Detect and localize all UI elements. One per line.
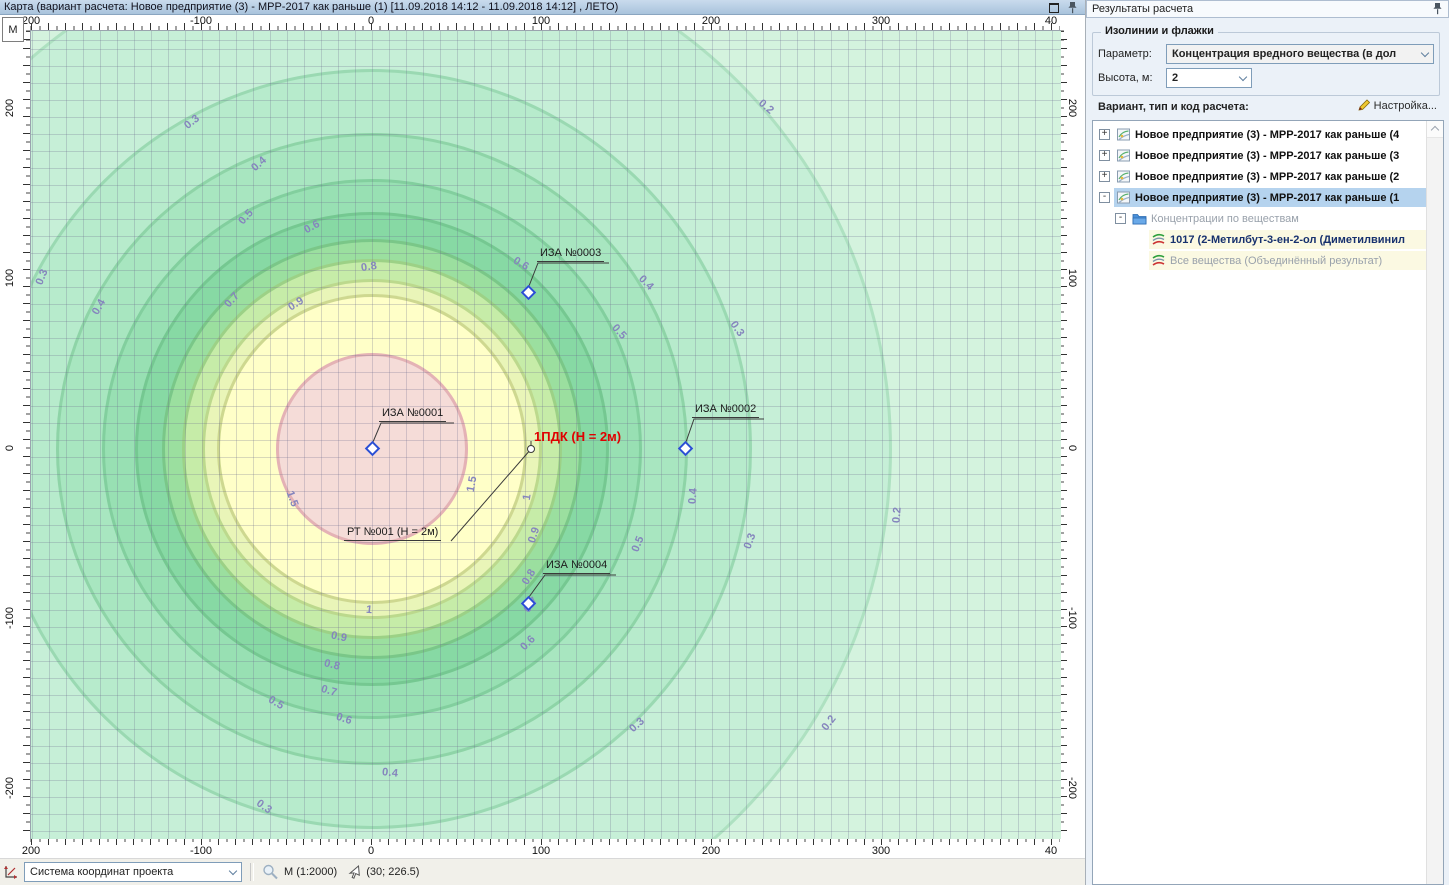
height-label: Высота, м: — [1098, 72, 1153, 84]
axis-tick-label: 200 — [1066, 99, 1078, 117]
axis-tick-label: -100 — [4, 607, 16, 629]
map-canvas[interactable]: 0.30.40.50.60.30.40.70.90.80.20.60.40.50… — [30, 30, 1061, 839]
results-panel-header[interactable]: Результаты расчета — [1086, 0, 1449, 18]
axis-tick-label: 0 — [4, 445, 16, 451]
calc-variant-icon — [1116, 191, 1131, 205]
calculation-variants-tree: + Новое предприятие (3) - МРР-2017 как р… — [1092, 120, 1444, 885]
pencil-icon — [1357, 99, 1370, 112]
axis-tick-label: 300 — [872, 845, 890, 857]
expand-icon[interactable]: + — [1099, 150, 1110, 161]
cursor-pointer-icon — [348, 865, 361, 880]
axis-tick-label: 40 — [1045, 845, 1057, 857]
emission-source-label: ИЗА №0002 — [692, 403, 759, 418]
ruler-left: 200 100 0 -100 -200 — [0, 30, 30, 838]
tree-item-variant-1-selected[interactable]: - Новое предприятие (3) - МРР-2017 как р… — [1093, 187, 1426, 208]
map-window: Карта (вариант расчета: Новое предприяти… — [0, 0, 1085, 885]
emission-source-label: ИЗА №0003 — [537, 247, 604, 262]
axis-tick-label: 200 — [22, 845, 40, 857]
axis-tick-label: 200 — [4, 99, 16, 117]
map-window-titlebar[interactable]: Карта (вариант расчета: Новое предприяти… — [0, 0, 1085, 15]
map-window-title: Карта (вариант расчета: Новое предприяти… — [4, 1, 618, 13]
collapse-icon[interactable]: - — [1115, 213, 1126, 224]
variant-section-label: Вариант, тип и код расчета: — [1098, 101, 1249, 113]
emission-source-label: ИЗА №0004 — [543, 559, 610, 574]
emission-source-label: ИЗА №0001 — [379, 407, 446, 422]
map-scale-value: М (1:2000) — [284, 866, 337, 878]
axis-tick-label: 200 — [702, 845, 720, 857]
receptor-point-label: РТ №001 (Н = 2м) — [344, 526, 441, 541]
tree-item-variant-4[interactable]: + Новое предприятие (3) - МРР-2017 как р… — [1093, 124, 1426, 145]
collapse-icon[interactable]: - — [1099, 192, 1110, 203]
axis-tick-label: 100 — [4, 269, 16, 287]
ruler-top: 200-100010020030040 — [0, 15, 1085, 30]
tree-scrollbar[interactable] — [1426, 121, 1443, 884]
ruler-bottom: 200 -100 0 100 200 300 40 — [0, 838, 1085, 858]
pin-panel-icon[interactable] — [1433, 3, 1442, 15]
tree-item-variant-3[interactable]: + Новое предприятие (3) - МРР-2017 как р… — [1093, 145, 1426, 166]
calc-variant-icon — [1116, 149, 1131, 163]
axis-tick-label: -100 — [190, 845, 212, 857]
meters-unit-button[interactable]: М — [2, 17, 24, 42]
axis-tick-label: 100 — [1066, 269, 1078, 287]
isolines-result-icon — [1151, 254, 1166, 267]
axis-tick-label: 100 — [532, 845, 550, 857]
axis-tick-label: -200 — [1066, 777, 1078, 799]
expand-icon[interactable]: + — [1099, 129, 1110, 140]
coordinate-system-select[interactable]: Система координат проекта — [24, 862, 242, 882]
ruler-right: 200 100 0 -100 -200 — [1060, 30, 1080, 838]
chevron-up-icon — [1431, 126, 1439, 134]
parameter-label: Параметр: — [1098, 48, 1152, 60]
restore-window-icon[interactable] — [1049, 3, 1059, 13]
expand-icon[interactable]: + — [1099, 171, 1110, 182]
settings-link[interactable]: Настройка... — [1357, 99, 1437, 112]
tree-item-concentrations-group[interactable]: - Концентрации по веществам — [1093, 208, 1426, 229]
parameter-select[interactable]: Концентрация вредного вещества (в дол — [1166, 44, 1434, 64]
results-panel-title: Результаты расчета — [1092, 3, 1193, 15]
tree-item-substance-1017[interactable]: 1017 (2-Метилбут-3-ен-2-ол (Диметилвинил — [1093, 229, 1426, 250]
groupbox-title: Изолинии и флажки — [1101, 25, 1218, 37]
tree-item-variant-2[interactable]: + Новое предприятие (3) - МРР-2017 как р… — [1093, 166, 1426, 187]
results-panel: Результаты расчета Изолинии и флажки Пар… — [1085, 0, 1449, 885]
map-statusbar: Система координат проекта М (1:2000) (30… — [0, 858, 1085, 885]
folder-icon — [1132, 212, 1147, 225]
calc-variant-icon — [1116, 128, 1131, 142]
axis-tick-label: -100 — [1066, 607, 1078, 629]
axis-tick-label: 0 — [1066, 445, 1078, 451]
chevron-down-icon — [1421, 48, 1429, 56]
pin-window-icon[interactable] — [1068, 2, 1077, 14]
axis-tick-label: -200 — [4, 777, 16, 799]
statusbar-separator — [250, 863, 254, 881]
chevron-down-icon — [1239, 72, 1247, 80]
calc-variant-icon — [1116, 170, 1131, 184]
axis-tick-label: 0 — [368, 845, 374, 857]
height-select[interactable]: 2 — [1166, 68, 1252, 88]
chevron-down-icon — [229, 866, 237, 874]
magnifier-icon — [262, 864, 279, 880]
scroll-up-button[interactable] — [1427, 121, 1443, 138]
cursor-coordinates-value: (30; 226.5) — [366, 866, 419, 878]
coordinate-axes-icon — [3, 864, 19, 880]
tree-item-all-substances[interactable]: Все вещества (Объединённый результат) — [1093, 250, 1426, 271]
isolines-result-icon — [1151, 233, 1166, 246]
isolines-flags-groupbox: Изолинии и флажки — [1092, 32, 1440, 96]
pdk-threshold-label: 1ПДК (Н = 2м) — [534, 429, 621, 444]
